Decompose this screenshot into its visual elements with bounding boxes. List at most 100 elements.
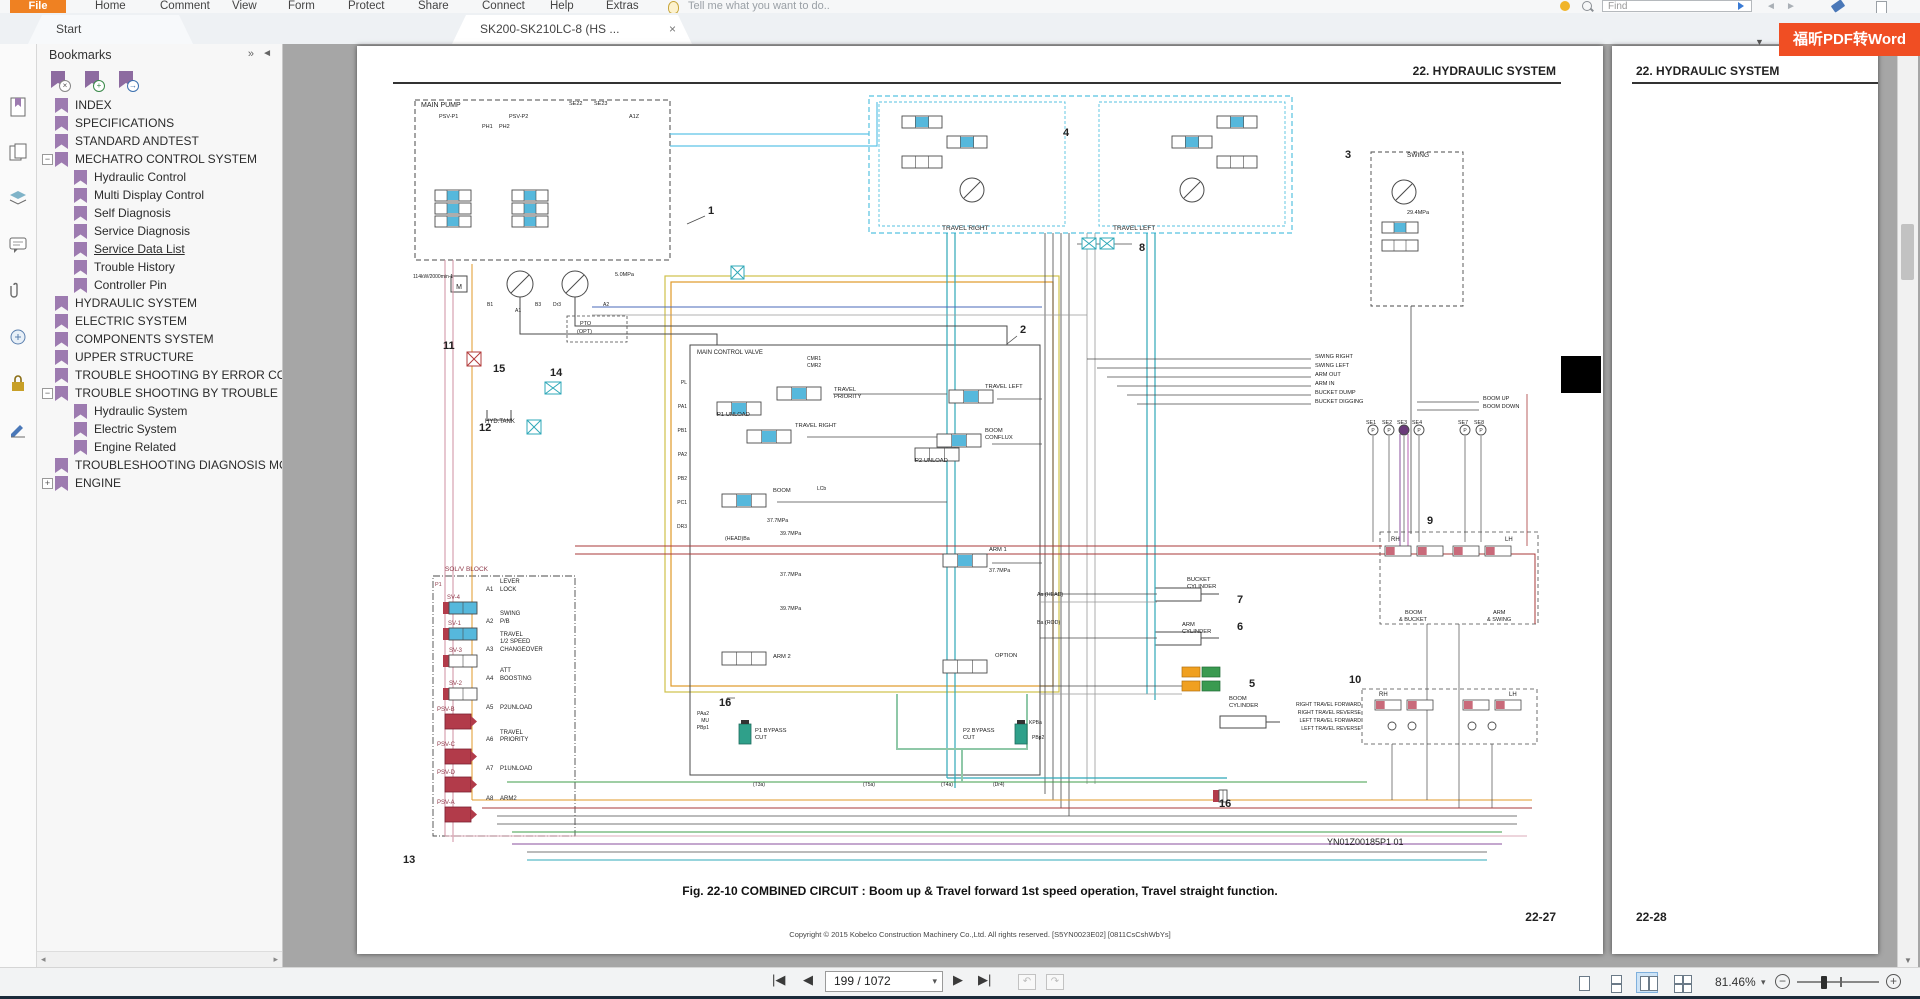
bookmark-item[interactable]: −TROUBLE SHOOTING BY TROUBLE [37,384,282,402]
layers-panel-icon[interactable] [7,188,29,210]
menu-item-help[interactable]: Help [550,0,574,13]
next-page-button[interactable]: ▶ [953,972,963,988]
diagram-label: (T5a) [863,782,875,788]
bookmark-item[interactable]: Trouble History [37,258,282,276]
collapse-icon[interactable]: − [42,388,53,399]
tab-document[interactable]: SK200-SK210LC-8 (HS ... × [452,15,692,44]
zoom-level[interactable]: 81.46% [1715,975,1756,989]
help-icon[interactable] [1560,1,1570,11]
bookmark-item[interactable]: Self Diagnosis [37,204,282,222]
valve-symbol [1417,546,1443,556]
bookmark-label: INDEX [75,98,112,112]
bookmark-item[interactable]: Multi Display Control [37,186,282,204]
panel-collapse-icon[interactable]: ◄ [262,48,272,59]
valve-symbol [512,216,548,227]
page-display: 199 / 1072 [834,974,891,988]
continuous-facing-view-button[interactable] [1670,972,1692,993]
zoom-caret-icon[interactable]: ▾ [1761,977,1766,988]
vertical-scrollbar[interactable]: ▲ ▼ [1897,44,1918,967]
bookmark-item[interactable]: −MECHATRO CONTROL SYSTEM [37,150,282,168]
search-icon[interactable] [1582,1,1592,11]
destinations-panel-icon[interactable] [7,326,29,348]
diagram-label: 37.7MPa [989,568,1010,574]
zoom-slider-track[interactable] [1797,981,1879,983]
bookmark-item[interactable]: Hydraulic System [37,402,282,420]
menu-item-form[interactable]: Form [288,0,315,13]
menu-item-protect[interactable]: Protect [348,0,384,13]
bookmark-item[interactable]: Hydraulic Control [37,168,282,186]
valve-symbol [739,720,751,744]
next-view-button[interactable]: ↷ [1046,974,1064,990]
tell-me-box[interactable]: Tell me what you want to do.. [688,0,830,13]
tab-close-icon[interactable]: × [669,15,676,44]
previous-page-button[interactable]: ◀ [803,972,813,988]
collapse-icon[interactable]: − [42,154,53,165]
bookmark-item[interactable]: Service Data List [37,240,282,258]
attachments-panel-icon[interactable] [7,280,29,302]
find-input[interactable]: Find [1602,0,1752,12]
tab-start[interactable]: Start [28,15,193,44]
find-next-icon[interactable]: ► [1786,0,1796,13]
scrollbar-thumb[interactable] [1901,224,1914,280]
bookmark-item[interactable]: Controller Pin [37,276,282,294]
badge-caret-icon[interactable]: ▼ [1755,37,1764,47]
menu-item-home[interactable]: Home [95,0,126,13]
diagram-label: A8 [486,796,494,802]
first-page-button[interactable]: |◀ [772,972,785,988]
bookmark-item[interactable]: ELECTRIC SYSTEM [37,312,282,330]
zoom-out-button[interactable]: − [1775,974,1790,989]
last-page-button[interactable]: ▶| [978,972,991,988]
security-panel-icon[interactable] [7,372,29,394]
bookmark-item[interactable]: +ENGINE [37,474,282,492]
file-menu-button[interactable]: File [10,0,66,13]
bookmark-item[interactable]: COMPONENTS SYSTEM [37,330,282,348]
menu-item-view[interactable]: View [232,0,257,13]
combo-caret-icon[interactable]: ▾ [932,976,937,987]
bookmark-item[interactable]: TROUBLESHOOTING DIAGNOSIS MODE [37,456,282,474]
diagram-label: SV-3 [449,648,463,654]
callout-number: 4 [1063,127,1070,139]
page-number-combobox[interactable]: 199 / 1072 ▾ [825,971,943,992]
pages-panel-icon[interactable] [7,142,29,164]
menu-item-extras[interactable]: Extras [606,0,639,13]
expand-icon[interactable]: + [42,478,53,489]
bookmark-item[interactable]: HYDRAULIC SYSTEM [37,294,282,312]
bookmarks-panel-icon[interactable] [7,96,29,118]
single-page-view-button[interactable] [1572,972,1594,993]
pdf-to-word-badge[interactable]: 福昕PDF转Word [1779,23,1920,56]
bookmark-icon [55,458,68,473]
bookmark-item[interactable]: UPPER STRUCTURE [37,348,282,366]
diagram-label: BUCKET [1187,577,1211,583]
diagram-label: YN01Z00185P1 01 [1327,837,1404,847]
bookmarks-hscrollbar[interactable]: ◂ ▸ [37,951,282,967]
bookmark-item[interactable]: SPECIFICATIONS [37,114,282,132]
menu-item-share[interactable]: Share [418,0,449,13]
document-view-area[interactable]: 22. HYDRAULIC SYSTEM [283,44,1920,967]
find-go-icon[interactable] [1738,2,1744,10]
bookmark-item[interactable]: TROUBLE SHOOTING BY ERROR CODE [37,366,282,384]
menu-item-comment[interactable]: Comment [160,0,210,13]
highlight-icon[interactable] [1831,0,1845,13]
find-prev-icon[interactable]: ◄ [1766,0,1776,13]
bookmark-item[interactable]: Engine Related [37,438,282,456]
diagram-label: PB2 [678,476,688,482]
hydraulic-circuit-diagram: M PPPPPMAIN PUMPPSV-P1PSV-P2PH1PH2SE22SE… [387,94,1587,884]
continuous-view-button[interactable] [1604,972,1626,993]
bookmark-item[interactable]: Electric System [37,420,282,438]
panel-more-icon[interactable]: » [248,48,254,60]
comments-panel-icon[interactable] [7,234,29,256]
bookmark-item[interactable]: Service Diagnosis [37,222,282,240]
hscroll-right-icon[interactable]: ▸ [273,954,278,965]
previous-view-button[interactable]: ↶ [1018,974,1036,990]
bookmark-icon [74,206,87,221]
scroll-down-icon[interactable]: ▼ [1898,956,1918,965]
facing-pages-view-button[interactable] [1636,972,1658,993]
menu-item-connect[interactable]: Connect [482,0,525,13]
bookmark-item[interactable]: STANDARD ANDTEST [37,132,282,150]
hscroll-left-icon[interactable]: ◂ [41,954,46,965]
valve-symbol [467,352,481,366]
bookmark-item[interactable]: INDEX [37,96,282,114]
zoom-slider-thumb[interactable] [1821,976,1827,989]
zoom-in-button[interactable]: + [1886,974,1901,989]
signature-panel-icon[interactable] [7,418,29,440]
